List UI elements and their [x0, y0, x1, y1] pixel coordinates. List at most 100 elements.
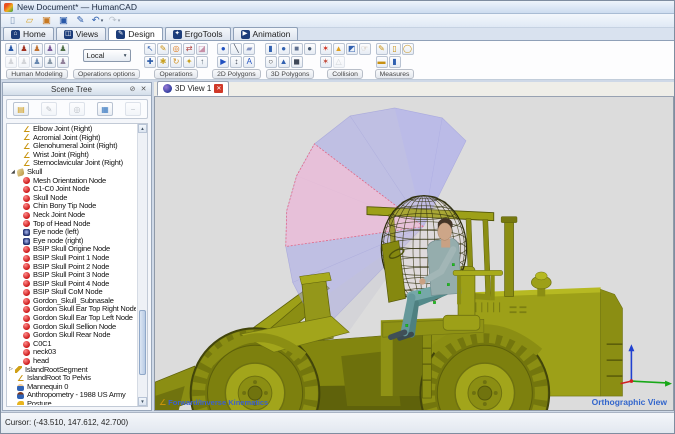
measure-width-button[interactable]: ▬: [376, 56, 388, 68]
center-target-button[interactable]: ◎: [170, 43, 182, 55]
undo-button[interactable]: ↶▾: [90, 14, 105, 27]
ribbon: ♟♟♟♟♟♟♟♟♟♟Human ModelingLocal▾Operations…: [1, 41, 674, 80]
collision-pick-button[interactable]: ☞: [359, 43, 371, 55]
tab-home[interactable]: ⌂Home: [3, 27, 54, 40]
tree-scrollbar[interactable]: ▲ ▼: [137, 124, 147, 406]
measure-height-button[interactable]: ▯: [389, 43, 401, 55]
3d-viewport[interactable]: ∠ Forward/Inverse Kinematics Orthographi…: [154, 97, 674, 411]
add-image-button[interactable]: ▦: [97, 102, 113, 116]
mannequin-settings-button[interactable]: ♟: [57, 56, 69, 68]
plane-2d-button[interactable]: ▰: [243, 43, 255, 55]
mannequin-settings-icon: ♟: [59, 58, 66, 66]
cylinder-button[interactable]: ▮: [265, 43, 277, 55]
node-icon: [23, 255, 30, 262]
move-button[interactable]: ✚: [144, 56, 156, 68]
globe-icon: [163, 84, 172, 93]
collision-detect-button[interactable]: ✶: [320, 43, 332, 55]
cone-button[interactable]: ▲: [278, 56, 290, 68]
tab-3d-view-1[interactable]: 3D View 1 ✕: [157, 81, 229, 96]
collision-static-icon: △: [336, 58, 342, 66]
import-button[interactable]: ▣: [39, 14, 54, 27]
collision-options-button[interactable]: ◩: [346, 43, 358, 55]
node-icon: [23, 280, 30, 287]
chevron-down-icon: ▾: [101, 18, 104, 24]
circle-2d-icon: ●: [221, 45, 226, 53]
dark-cube-button[interactable]: ◼: [291, 56, 303, 68]
eraser-button[interactable]: ◪: [196, 43, 208, 55]
measure-angle-button[interactable]: ◯: [402, 43, 414, 55]
mannequin-rotate-button[interactable]: ♟: [44, 43, 56, 55]
collision-warning-icon: ▲: [335, 45, 343, 53]
measure-ruler-button[interactable]: ▮: [389, 56, 401, 68]
mannequin-male-button[interactable]: ♟: [18, 43, 30, 55]
mannequin-rotate-icon: ♟: [46, 45, 53, 53]
mannequin-creator-button[interactable]: ♟: [5, 43, 17, 55]
line-2d-button[interactable]: ╲: [230, 43, 242, 55]
circle-2d-button[interactable]: ●: [217, 43, 229, 55]
tree-item[interactable]: C0C1: [9, 340, 136, 349]
joint-icon: ∠: [17, 375, 24, 382]
mirror-button[interactable]: ⇄: [183, 43, 195, 55]
mannequin-scale-button[interactable]: ♟: [44, 56, 56, 68]
collision-warning-button[interactable]: ▲: [333, 43, 345, 55]
circle-outline-button[interactable]: ○: [265, 56, 277, 68]
collision-run-button[interactable]: ✶: [320, 56, 332, 68]
scrollbar-thumb[interactable]: [139, 310, 146, 375]
add-node-button[interactable]: ▤: [13, 102, 29, 116]
node-icon: [23, 203, 30, 210]
close-panel-button[interactable]: ✕: [138, 84, 149, 95]
raise-button[interactable]: ↑: [196, 56, 208, 68]
close-view-icon[interactable]: ✕: [214, 84, 223, 93]
status-bar: Cursor: (-43.510, 147.612, 42.700): [1, 412, 674, 433]
ribbon-group-label: Measures: [375, 69, 415, 79]
text-label-button[interactable]: A: [243, 56, 255, 68]
view-tab-bar: 3D View 1 ✕: [154, 82, 674, 97]
new-document-button[interactable]: ▯: [5, 14, 20, 27]
app-icon: [4, 3, 13, 12]
sphere-button[interactable]: ●: [278, 43, 290, 55]
kinematics-mode-label: ∠ Forward/Inverse Kinematics: [159, 398, 268, 407]
tab-design[interactable]: ✎Design: [108, 27, 162, 40]
rotate-button[interactable]: ↻: [170, 56, 182, 68]
tree-item[interactable]: Gordon Skull Rear Node: [9, 331, 136, 340]
scrollbar-down-arrow[interactable]: ▼: [138, 397, 147, 406]
select-special-button[interactable]: ✱: [157, 56, 169, 68]
draw-line-button[interactable]: ✎: [157, 43, 169, 55]
node-icon: [23, 332, 30, 339]
mannequin-group-button[interactable]: ♟: [57, 43, 69, 55]
triangle-2d-button[interactable]: ▶: [217, 56, 229, 68]
snap-icon: ✦: [186, 58, 193, 66]
triangle-2d-icon: ▶: [220, 58, 226, 66]
node-icon: [23, 263, 30, 270]
measure-line-button[interactable]: ✎: [376, 43, 388, 55]
mannequin-female-button[interactable]: ♟: [31, 43, 43, 55]
mannequin-posture-button[interactable]: ♟: [31, 56, 43, 68]
tab-ergotools[interactable]: ✦ErgoTools: [165, 27, 231, 40]
node-icon: [23, 246, 30, 253]
cube-button[interactable]: ■: [291, 43, 303, 55]
circle-outline-icon: ○: [268, 58, 273, 66]
tree-item[interactable]: neck03: [9, 348, 136, 357]
coordinate-system-select[interactable]: Local▾: [83, 49, 131, 62]
tree-item[interactable]: C1-C0 Joint Node: [9, 185, 136, 194]
tree-item[interactable]: Posture: [9, 400, 136, 405]
auto-hide-pin-button[interactable]: ⊘: [127, 84, 138, 95]
save-as-button[interactable]: ✎: [73, 14, 88, 27]
save-button[interactable]: ▣: [56, 14, 71, 27]
design-icon: ✎: [116, 30, 125, 39]
center-target-icon: ◎: [173, 45, 180, 53]
cube-icon: ■: [294, 45, 299, 53]
select-cursor-button[interactable]: ↖: [144, 43, 156, 55]
ellipsoid-button[interactable]: ●: [304, 43, 316, 55]
measure-line-icon: ✎: [378, 45, 385, 53]
scene-canvas: [155, 97, 673, 410]
normal-flip-button[interactable]: ↕: [230, 56, 242, 68]
humancad-window: New Document* — HumanCAD ▯▱▣▣✎↶▾↷▾ ⌂Home…: [0, 0, 675, 434]
remove-node-button: −: [125, 102, 141, 116]
new-document-icon: ▯: [10, 16, 15, 26]
scrollbar-up-arrow[interactable]: ▲: [138, 124, 147, 133]
tab-animation[interactable]: ▶Animation: [233, 27, 299, 40]
open-button[interactable]: ▱: [22, 14, 37, 27]
snap-button[interactable]: ✦: [183, 56, 195, 68]
tab-views[interactable]: ◫Views: [56, 27, 107, 40]
